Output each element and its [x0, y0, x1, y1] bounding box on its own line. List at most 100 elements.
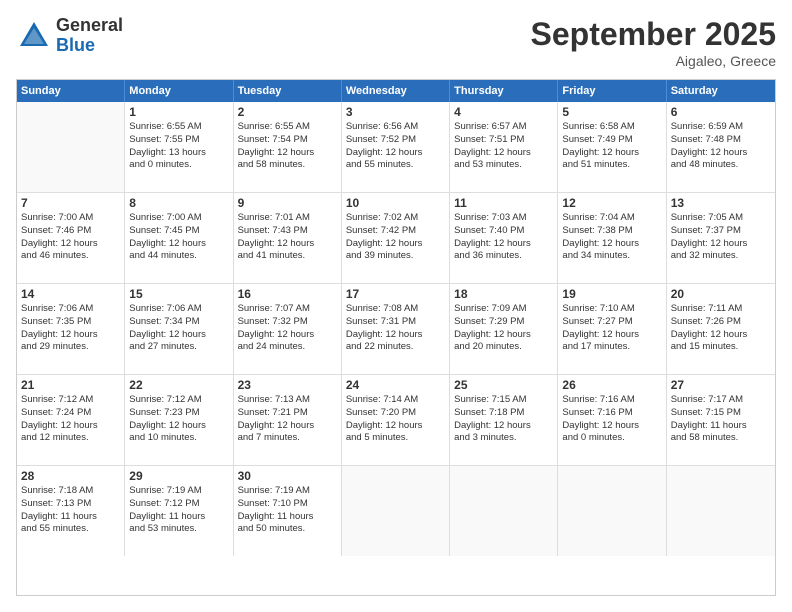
day-number: 1 — [129, 105, 228, 119]
day-number: 23 — [238, 378, 337, 392]
calendar-cell: 11 Sunrise: 7:03 AM Sunset: 7:40 PM Dayli… — [450, 193, 558, 283]
day-info: Sunrise: 7:00 AM Sunset: 7:46 PM Dayligh… — [21, 212, 120, 263]
header-day-tuesday: Tuesday — [234, 80, 342, 102]
day-info: Sunrise: 7:12 AM Sunset: 7:24 PM Dayligh… — [21, 394, 120, 445]
calendar-cell: 14Sunrise: 7:06 AM Sunset: 7:35 PM Dayli… — [17, 284, 125, 374]
calendar-week-2: 7 Sunrise: 7:00 AM Sunset: 7:46 PM Daylig… — [17, 193, 775, 284]
calendar-cell: 22 Sunrise: 7:12 AM Sunset: 7:23 PM Dayli… — [125, 375, 233, 465]
day-info: Sunrise: 6:59 AM Sunset: 7:48 PM Dayligh… — [671, 121, 771, 172]
calendar-cell: 7 Sunrise: 7:00 AM Sunset: 7:46 PM Daylig… — [17, 193, 125, 283]
day-info: Sunrise: 6:56 AM Sunset: 7:52 PM Dayligh… — [346, 121, 445, 172]
calendar-cell: 24Sunrise: 7:14 AM Sunset: 7:20 PM Dayli… — [342, 375, 450, 465]
calendar-cell — [558, 466, 666, 556]
calendar-cell: 19Sunrise: 7:10 AM Sunset: 7:27 PM Dayli… — [558, 284, 666, 374]
calendar-cell: 27 Sunrise: 7:17 AM Sunset: 7:15 PM Dayli… — [667, 375, 775, 465]
day-info: Sunrise: 7:02 AM Sunset: 7:42 PM Dayligh… — [346, 212, 445, 263]
header-day-thursday: Thursday — [450, 80, 558, 102]
day-info: Sunrise: 7:18 AM Sunset: 7:13 PM Dayligh… — [21, 485, 120, 536]
day-info: Sunrise: 7:05 AM Sunset: 7:37 PM Dayligh… — [671, 212, 771, 263]
day-number: 5 — [562, 105, 661, 119]
day-number: 15 — [129, 287, 228, 301]
header-day-sunday: Sunday — [17, 80, 125, 102]
day-info: Sunrise: 7:19 AM Sunset: 7:12 PM Dayligh… — [129, 485, 228, 536]
day-info: Sunrise: 6:57 AM Sunset: 7:51 PM Dayligh… — [454, 121, 553, 172]
calendar-week-3: 14Sunrise: 7:06 AM Sunset: 7:35 PM Dayli… — [17, 284, 775, 375]
day-number: 19 — [562, 287, 661, 301]
day-info: Sunrise: 6:58 AM Sunset: 7:49 PM Dayligh… — [562, 121, 661, 172]
calendar-cell: 8 Sunrise: 7:00 AM Sunset: 7:45 PM Daylig… — [125, 193, 233, 283]
day-number: 27 — [671, 378, 771, 392]
day-number: 20 — [671, 287, 771, 301]
day-number: 29 — [129, 469, 228, 483]
calendar-cell: 20Sunrise: 7:11 AM Sunset: 7:26 PM Dayli… — [667, 284, 775, 374]
day-info: Sunrise: 7:09 AM Sunset: 7:29 PM Dayligh… — [454, 303, 553, 354]
calendar-body: 1 Sunrise: 6:55 AM Sunset: 7:55 PM Daylig… — [17, 102, 775, 556]
calendar-week-1: 1 Sunrise: 6:55 AM Sunset: 7:55 PM Daylig… — [17, 102, 775, 193]
day-info: Sunrise: 7:04 AM Sunset: 7:38 PM Dayligh… — [562, 212, 661, 263]
day-info: Sunrise: 7:15 AM Sunset: 7:18 PM Dayligh… — [454, 394, 553, 445]
header: General Blue September 2025 Aigaleo, Gre… — [16, 16, 776, 69]
day-info: Sunrise: 7:07 AM Sunset: 7:32 PM Dayligh… — [238, 303, 337, 354]
day-info: Sunrise: 7:17 AM Sunset: 7:15 PM Dayligh… — [671, 394, 771, 445]
calendar-week-4: 21 Sunrise: 7:12 AM Sunset: 7:24 PM Dayli… — [17, 375, 775, 466]
calendar-cell — [17, 102, 125, 192]
day-info: Sunrise: 7:13 AM Sunset: 7:21 PM Dayligh… — [238, 394, 337, 445]
day-number: 11 — [454, 196, 553, 210]
calendar-cell — [667, 466, 775, 556]
calendar-cell — [342, 466, 450, 556]
logo-icon — [16, 18, 52, 54]
calendar-cell: 28 Sunrise: 7:18 AM Sunset: 7:13 PM Dayli… — [17, 466, 125, 556]
day-number: 13 — [671, 196, 771, 210]
day-info: Sunrise: 7:19 AM Sunset: 7:10 PM Dayligh… — [238, 485, 337, 536]
calendar-cell: 23 Sunrise: 7:13 AM Sunset: 7:21 PM Dayli… — [234, 375, 342, 465]
calendar-cell: 18 Sunrise: 7:09 AM Sunset: 7:29 PM Dayli… — [450, 284, 558, 374]
day-number: 25 — [454, 378, 553, 392]
header-day-monday: Monday — [125, 80, 233, 102]
calendar-cell: 1 Sunrise: 6:55 AM Sunset: 7:55 PM Daylig… — [125, 102, 233, 192]
day-number: 8 — [129, 196, 228, 210]
day-number: 3 — [346, 105, 445, 119]
calendar-cell: 29 Sunrise: 7:19 AM Sunset: 7:12 PM Dayli… — [125, 466, 233, 556]
day-info: Sunrise: 7:12 AM Sunset: 7:23 PM Dayligh… — [129, 394, 228, 445]
day-number: 2 — [238, 105, 337, 119]
day-number: 10 — [346, 196, 445, 210]
calendar-cell: 12 Sunrise: 7:04 AM Sunset: 7:38 PM Dayli… — [558, 193, 666, 283]
title-block: September 2025 Aigaleo, Greece — [531, 16, 776, 69]
calendar-cell: 21 Sunrise: 7:12 AM Sunset: 7:24 PM Dayli… — [17, 375, 125, 465]
calendar-week-5: 28 Sunrise: 7:18 AM Sunset: 7:13 PM Dayli… — [17, 466, 775, 556]
day-info: Sunrise: 6:55 AM Sunset: 7:54 PM Dayligh… — [238, 121, 337, 172]
logo: General Blue — [16, 16, 123, 56]
day-info: Sunrise: 7:00 AM Sunset: 7:45 PM Dayligh… — [129, 212, 228, 263]
calendar-cell: 10 Sunrise: 7:02 AM Sunset: 7:42 PM Dayli… — [342, 193, 450, 283]
calendar: SundayMondayTuesdayWednesdayThursdayFrid… — [16, 79, 776, 596]
calendar-cell: 13 Sunrise: 7:05 AM Sunset: 7:37 PM Dayli… — [667, 193, 775, 283]
day-number: 21 — [21, 378, 120, 392]
month-title: September 2025 — [531, 16, 776, 53]
header-day-friday: Friday — [558, 80, 666, 102]
day-info: Sunrise: 7:06 AM Sunset: 7:35 PM Dayligh… — [21, 303, 120, 354]
day-number: 28 — [21, 469, 120, 483]
day-number: 6 — [671, 105, 771, 119]
day-number: 7 — [21, 196, 120, 210]
day-number: 4 — [454, 105, 553, 119]
calendar-cell: 30Sunrise: 7:19 AM Sunset: 7:10 PM Dayli… — [234, 466, 342, 556]
calendar-cell: 2 Sunrise: 6:55 AM Sunset: 7:54 PM Daylig… — [234, 102, 342, 192]
day-info: Sunrise: 7:14 AM Sunset: 7:20 PM Dayligh… — [346, 394, 445, 445]
day-info: Sunrise: 7:08 AM Sunset: 7:31 PM Dayligh… — [346, 303, 445, 354]
day-info: Sunrise: 7:06 AM Sunset: 7:34 PM Dayligh… — [129, 303, 228, 354]
calendar-cell: 3 Sunrise: 6:56 AM Sunset: 7:52 PM Daylig… — [342, 102, 450, 192]
logo-blue: Blue — [56, 36, 123, 56]
day-info: Sunrise: 6:55 AM Sunset: 7:55 PM Dayligh… — [129, 121, 228, 172]
day-number: 9 — [238, 196, 337, 210]
day-info: Sunrise: 7:16 AM Sunset: 7:16 PM Dayligh… — [562, 394, 661, 445]
day-number: 22 — [129, 378, 228, 392]
day-info: Sunrise: 7:03 AM Sunset: 7:40 PM Dayligh… — [454, 212, 553, 263]
calendar-cell: 9Sunrise: 7:01 AM Sunset: 7:43 PM Daylig… — [234, 193, 342, 283]
day-number: 18 — [454, 287, 553, 301]
header-day-wednesday: Wednesday — [342, 80, 450, 102]
page: General Blue September 2025 Aigaleo, Gre… — [0, 0, 792, 612]
logo-text: General Blue — [56, 16, 123, 56]
day-number: 12 — [562, 196, 661, 210]
calendar-cell: 16Sunrise: 7:07 AM Sunset: 7:32 PM Dayli… — [234, 284, 342, 374]
day-number: 26 — [562, 378, 661, 392]
